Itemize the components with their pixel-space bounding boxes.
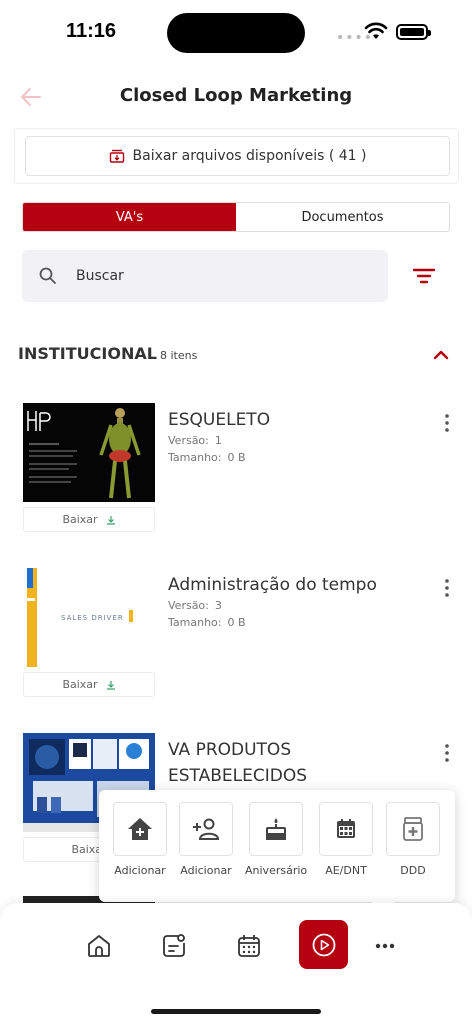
battery-icon <box>396 24 431 40</box>
download-icon <box>106 680 115 690</box>
segmented-tabs: VA's Documentos <box>22 202 450 232</box>
item-download-button[interactable]: Baixar <box>23 507 155 532</box>
play-icon <box>312 933 335 956</box>
medical-box-icon <box>403 817 423 841</box>
item-title: ESQUELETO <box>168 410 271 430</box>
home-icon <box>88 935 110 957</box>
quick-actions-popup: Adicionar Adicionar Aniversário AE/DNT D… <box>99 790 455 912</box>
action-label: Adicionar <box>180 864 232 877</box>
tab-vas[interactable]: VA's <box>23 203 236 231</box>
action-ddd[interactable]: DDD <box>382 802 444 877</box>
home-indicator <box>151 1009 321 1014</box>
item-title: VA PRODUTOS ESTABELECIDOS <box>168 740 307 786</box>
download-all-label: Baixar arquivos disponíveis ( 41 ) <box>132 148 367 164</box>
more-vertical-icon[interactable] <box>440 578 454 598</box>
status-time: 11:16 <box>66 20 117 42</box>
chevron-up-icon[interactable] <box>430 344 452 366</box>
item-thumbnail <box>23 403 155 502</box>
section-title: INSTITUCIONAL <box>18 344 157 363</box>
download-label: Baixar <box>62 678 98 691</box>
nav-notes[interactable] <box>159 931 189 961</box>
tab-documentos[interactable]: Documentos <box>236 203 449 231</box>
item-version: Versão: 3 <box>168 599 222 612</box>
nav-more[interactable] <box>370 931 400 961</box>
action-birthday[interactable]: Aniversário <box>245 802 307 877</box>
nav-home[interactable] <box>84 931 114 961</box>
status-bar: 11:16 •••• <box>0 0 472 64</box>
download-label: Baixar <box>62 513 98 526</box>
notes-icon <box>163 934 185 957</box>
item-size: Tamanho: 0 B <box>168 616 246 629</box>
nav-play-button[interactable] <box>299 920 348 969</box>
download-box-icon <box>109 149 124 163</box>
more-icon <box>375 943 395 949</box>
more-vertical-icon[interactable] <box>440 743 454 763</box>
filter-icon[interactable] <box>408 262 440 290</box>
list-item[interactable]: SALES DRIVER Baixar Administração do tem… <box>0 568 472 718</box>
search-icon <box>39 267 56 284</box>
action-label: AE/DNT <box>325 864 367 877</box>
action-ae-dnt[interactable]: AE/DNT <box>315 802 377 877</box>
page-title: Closed Loop Marketing <box>119 85 353 106</box>
bottom-navigation <box>0 903 472 1024</box>
item-title: Administração do tempo <box>168 575 377 595</box>
more-vertical-icon[interactable] <box>440 413 454 433</box>
wifi-icon <box>364 22 388 39</box>
item-version: Versão: 1 <box>168 434 222 447</box>
action-label: DDD <box>400 864 426 877</box>
download-all-button[interactable]: Baixar arquivos disponíveis ( 41 ) <box>25 136 450 176</box>
nav-calendar[interactable] <box>234 931 264 961</box>
cake-icon <box>266 818 286 840</box>
thumbnail-text: SALES DRIVER <box>61 614 124 622</box>
list-item[interactable]: Baixar ESQUELETO Versão: 1 Tamanho: 0 B <box>0 403 472 553</box>
action-add-person[interactable]: Adicionar <box>175 802 237 877</box>
download-all-container: Baixar arquivos disponíveis ( 41 ) <box>14 128 459 184</box>
download-icon <box>106 515 115 525</box>
item-download-button[interactable]: Baixar <box>23 672 155 697</box>
item-thumbnail: SALES DRIVER <box>23 568 155 667</box>
section-count: 8 itens <box>160 349 198 362</box>
item-size: Tamanho: 0 B <box>168 451 246 464</box>
search-input[interactable] <box>76 268 336 284</box>
add-home-icon <box>128 818 152 840</box>
calendar-icon <box>337 819 355 838</box>
action-add-home[interactable]: Adicionar <box>109 802 171 877</box>
dynamic-island <box>167 13 305 53</box>
add-person-icon <box>193 818 220 840</box>
calendar-icon <box>238 935 260 957</box>
search-bar <box>22 250 388 302</box>
action-label: Aniversário <box>245 864 308 877</box>
action-label: Adicionar <box>114 864 166 877</box>
